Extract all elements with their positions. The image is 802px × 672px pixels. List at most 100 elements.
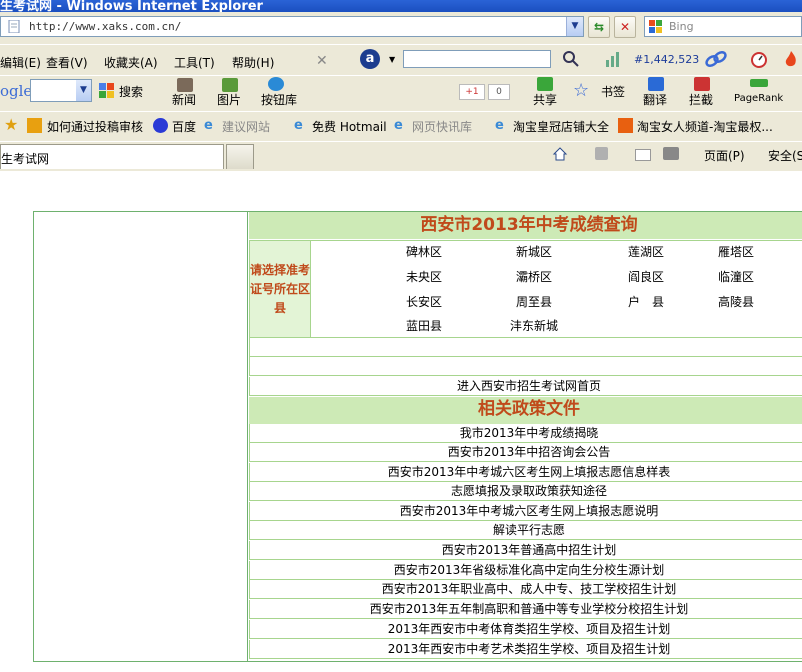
address-bar[interactable]: http://www.xaks.com.cn/ ▼ <box>0 16 584 37</box>
page-icon <box>8 20 20 33</box>
policy-link[interactable]: 2013年西安市中考体育类招生学校、项目及招生计划 <box>249 620 802 639</box>
baidu-paw-icon <box>153 118 168 133</box>
district-link[interactable]: 长安区 <box>406 293 442 310</box>
district-link[interactable]: 沣东新城 <box>510 317 558 334</box>
puzzle-icon <box>268 77 284 91</box>
favorite-link[interactable]: 免费 Hotmail <box>312 118 387 135</box>
policy-link[interactable]: 志愿填报及录取政策获知途径 <box>249 482 802 501</box>
google-search-button[interactable]: 搜索 <box>119 83 143 100</box>
district-link[interactable]: 高陵县 <box>718 293 754 310</box>
district-link[interactable]: 阎良区 <box>628 268 664 285</box>
page-menu[interactable]: 页面(P) <box>704 147 745 164</box>
close-toolbar-icon[interactable]: ✕ <box>316 53 328 69</box>
home-link[interactable]: 进入西安市招生考试网首页 <box>249 377 802 396</box>
district-link[interactable]: 周至县 <box>516 293 552 310</box>
star-icon[interactable]: ☆ <box>573 80 589 101</box>
chevron-down-icon[interactable]: ▼ <box>76 80 91 101</box>
alexa-icon[interactable]: a <box>360 49 380 69</box>
district-link[interactable]: 新城区 <box>516 243 552 260</box>
empty-row <box>249 357 802 376</box>
chevron-down-icon[interactable]: ▼ <box>389 55 395 64</box>
bing-search-input[interactable]: Bing <box>669 20 694 33</box>
district-link[interactable]: 临潼区 <box>718 268 754 285</box>
ie-icon: e <box>204 118 213 133</box>
tab-title: 生考试网 <box>1 152 50 166</box>
policy-link[interactable]: 我市2013年中考成绩揭晓 <box>249 424 802 443</box>
translate-icon <box>648 77 664 91</box>
ie-icon: e <box>294 118 303 133</box>
taobao-icon <box>618 118 633 133</box>
rank-bars-icon <box>606 52 619 67</box>
stop-button[interactable]: ✕ <box>614 16 636 38</box>
policy-link[interactable]: 西安市2013年五年制高职和普通中等专业学校分校招生计划 <box>249 600 802 619</box>
toolbar-search-input[interactable] <box>403 50 551 68</box>
new-tab-button[interactable] <box>226 144 254 169</box>
policy-link[interactable]: 西安市2013年中考城六区考生网上填报志愿信息样表 <box>249 463 802 482</box>
button-gallery-button[interactable]: 按钮库 <box>261 91 297 108</box>
address-input[interactable]: http://www.xaks.com.cn/ <box>29 20 181 33</box>
policy-link[interactable]: 解读平行志愿 <box>249 521 802 540</box>
district-link[interactable]: 莲湖区 <box>628 243 664 260</box>
bookmarks-button[interactable]: 书签 <box>601 83 625 100</box>
favorite-link[interactable]: 淘宝女人频道-淘宝最权... <box>637 118 773 135</box>
news-button[interactable]: 新闻 <box>172 91 196 108</box>
images-button[interactable]: 图片 <box>217 91 241 108</box>
menu-favorites[interactable]: 收藏夹(A) <box>104 54 158 71</box>
district-link[interactable]: 户 县 <box>628 293 664 310</box>
timer-icon[interactable] <box>750 50 768 68</box>
district-link[interactable]: 碑林区 <box>406 243 442 260</box>
popup-blocker-button[interactable]: 拦截 <box>689 91 713 108</box>
menu-view[interactable]: 查看(V) <box>46 54 88 71</box>
menu-edit[interactable]: 编辑(E) <box>0 54 41 71</box>
district-link[interactable]: 灞桥区 <box>516 268 552 285</box>
news-icon <box>177 78 193 92</box>
plus-one-button[interactable]: +1 <box>459 84 485 100</box>
district-link[interactable]: 蓝田县 <box>406 317 442 334</box>
favorite-link[interactable]: 网页快讯库 <box>412 118 472 135</box>
menu-help[interactable]: 帮助(H) <box>232 54 274 71</box>
alexa-rank: #1,442,523 <box>634 53 700 66</box>
window-title: 生考试网 - Windows Internet Explorer <box>0 0 263 12</box>
flame-icon[interactable] <box>782 50 800 68</box>
favorite-link[interactable]: 建议网站 <box>222 118 270 135</box>
rss-icon[interactable] <box>595 147 608 160</box>
policy-link[interactable]: 西安市2013年省级标准化高中定向生分校生源计划 <box>249 561 802 580</box>
home-icon[interactable] <box>552 146 568 162</box>
tab-active[interactable]: 生考试网 <box>0 144 224 169</box>
pagerank-bar-icon <box>750 79 768 87</box>
popup-block-icon <box>694 77 710 91</box>
search-icon[interactable] <box>562 50 580 68</box>
address-dropdown-button[interactable]: ▼ <box>566 17 583 36</box>
safety-menu[interactable]: 安全(S) <box>768 147 802 164</box>
policy-link[interactable]: 西安市2013年中招咨询会公告 <box>249 443 802 462</box>
select-district-label: 请选择准考证号所在区县 <box>250 241 311 337</box>
policy-link[interactable]: 西安市2013年职业高中、成人中专、技工学校招生计划 <box>249 580 802 599</box>
favorite-link[interactable]: 如何通过投稿审核 <box>47 118 143 135</box>
policy-link[interactable]: 西安市2013年普通高中招生计划 <box>249 541 802 560</box>
windows-logo-icon <box>649 20 662 33</box>
favorites-star-icon[interactable]: ★ <box>4 115 18 134</box>
menu-tools[interactable]: 工具(T) <box>174 54 215 71</box>
mail-icon[interactable] <box>635 149 651 161</box>
print-icon[interactable] <box>663 147 679 160</box>
empty-row <box>249 338 802 357</box>
district-link[interactable]: 雁塔区 <box>718 243 754 260</box>
share-icon <box>537 77 553 91</box>
google-search-input[interactable]: ▼ <box>30 79 92 102</box>
share-button[interactable]: 共享 <box>533 91 557 108</box>
policy-link[interactable]: 2013年西安市中考艺术类招生学校、项目及招生计划 <box>249 640 802 659</box>
district-link[interactable]: 未央区 <box>406 268 442 285</box>
refresh-button[interactable]: ⇆ <box>588 16 610 38</box>
ie-icon: e <box>495 118 504 133</box>
link-icon[interactable] <box>705 50 727 68</box>
policy-link[interactable]: 西安市2013年中考城六区考生网上填报志愿说明 <box>249 502 802 521</box>
translate-button[interactable]: 翻译 <box>643 91 667 108</box>
google-search-icon[interactable] <box>99 83 115 99</box>
favorite-link[interactable]: 淘宝皇冠店铺大全 <box>513 118 609 135</box>
query-title: 西安市2013年中考成绩查询 <box>249 212 802 239</box>
ie-icon: e <box>394 118 403 133</box>
image-icon <box>222 78 238 92</box>
favorite-site-icon <box>27 118 42 133</box>
bing-search-box[interactable]: Bing <box>644 16 802 37</box>
favorite-link[interactable]: 百度 <box>172 118 196 135</box>
